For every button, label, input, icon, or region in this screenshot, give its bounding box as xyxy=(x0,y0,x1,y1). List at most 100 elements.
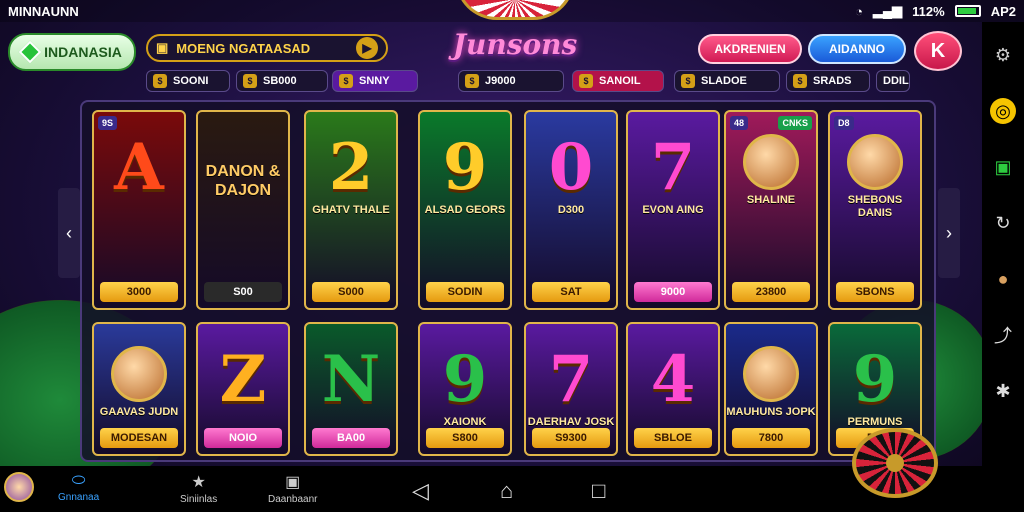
avatar[interactable] xyxy=(4,472,34,502)
game-card[interactable]: 2 GHATV THALE S000 xyxy=(304,110,398,310)
game-card[interactable]: N BA00 xyxy=(304,322,398,456)
game-subtitle: SHEBONS DANIS xyxy=(847,194,903,220)
stat-chip[interactable]: $ SRADS xyxy=(786,70,870,92)
game-card[interactable]: 9S A 3000 xyxy=(92,110,186,310)
coin-icon: $ xyxy=(465,74,479,88)
home-icon: ⬭ xyxy=(71,472,86,489)
game-price-button[interactable]: 23800 xyxy=(732,282,810,302)
status-left-label: MINNAUNN xyxy=(8,3,79,19)
game-subtitle: MAUHUNS JOPK xyxy=(726,406,816,418)
battery-icon xyxy=(954,5,981,17)
gem-icon xyxy=(18,40,42,64)
region-button[interactable]: INDANASIA xyxy=(8,33,136,71)
roulette-wheel[interactable] xyxy=(852,428,938,498)
game-price-button[interactable]: S800 xyxy=(426,428,504,448)
app-screen: MINNAUNN ◔ ▂▄▆ 112% AP2 INDANASIA ▣ MOEN… xyxy=(0,0,1024,512)
game-title-glyph: A xyxy=(114,130,164,205)
nav-bag[interactable]: ▣ Daanbaanr xyxy=(268,472,317,505)
stat-chip[interactable]: $ SLADOE xyxy=(674,70,780,92)
signal-icon: ▂▄▆ xyxy=(872,3,903,18)
game-price-button[interactable]: 7800 xyxy=(732,428,810,448)
game-subtitle: DANON & DAJON xyxy=(205,163,281,200)
refresh-icon[interactable]: ↻ xyxy=(990,210,1016,236)
recents-icon[interactable]: □ xyxy=(592,478,605,504)
stat-chip-label: DDIL xyxy=(883,75,909,87)
stat-chip[interactable]: DDIL xyxy=(876,70,910,92)
game-card[interactable]: 48 CNKS SHALINE 23800 xyxy=(724,110,818,310)
game-price-button[interactable]: SBLOE xyxy=(634,428,712,448)
bag-icon: ▣ xyxy=(285,474,301,491)
scroll-right-button[interactable]: › xyxy=(938,188,960,278)
coin-icon: $ xyxy=(681,74,695,88)
game-card[interactable]: 7 DAERHAV JOSK S9300 xyxy=(524,322,618,456)
right-rail: ⚙ ◎ ▣ ↻ ● ⤴ ✱ xyxy=(982,22,1024,512)
game-card[interactable]: 9 XAIONK S800 xyxy=(418,322,512,456)
game-price-button[interactable]: BA00 xyxy=(312,428,390,448)
coin-icon: $ xyxy=(339,74,353,88)
game-card[interactable]: DANON & DAJON S00 xyxy=(196,110,290,310)
gift-icon[interactable]: ▣ xyxy=(990,154,1016,180)
record-icon[interactable]: ● xyxy=(990,266,1016,292)
game-character-art xyxy=(743,346,799,402)
game-price-button[interactable]: SBONS xyxy=(836,282,914,302)
nav-favorites[interactable]: ★ Siniinlas xyxy=(180,472,217,505)
app-logo: Junsons xyxy=(452,28,578,61)
game-price-button[interactable]: S000 xyxy=(312,282,390,302)
chevron-left-icon: ‹ xyxy=(66,222,72,243)
game-title-glyph: 7 xyxy=(650,130,696,205)
coin-icon: $ xyxy=(793,74,807,88)
game-title-glyph: 9 xyxy=(852,342,898,417)
stat-chip[interactable]: $ SANOIL xyxy=(572,70,664,92)
game-price-button[interactable]: S9300 xyxy=(532,428,610,448)
game-price-button[interactable]: 3000 xyxy=(100,282,178,302)
stat-chip-label: SOONI xyxy=(173,75,209,87)
coin-icon: $ xyxy=(579,74,593,88)
nav-bag-label: Daanbaanr xyxy=(268,494,318,505)
scroll-left-button[interactable]: ‹ xyxy=(58,188,80,278)
game-card[interactable]: GAAVAS JUDN MODESAN xyxy=(92,322,186,456)
nav-home-label: Gnnanaa xyxy=(58,492,100,503)
game-card[interactable]: 7 EVON AING 9000 xyxy=(626,110,720,310)
game-subtitle: GHATV THALE xyxy=(312,204,390,216)
share-icon[interactable]: ⤴ xyxy=(990,322,1016,348)
game-card[interactable]: MAUHUNS JOPK 7800 xyxy=(724,322,818,456)
stat-chip-label: J9000 xyxy=(485,75,516,87)
game-card[interactable]: 0 D300 SAT xyxy=(524,110,618,310)
game-card[interactable]: 4 SBLOE xyxy=(626,322,720,456)
game-title-glyph: N xyxy=(321,342,381,417)
game-title-glyph: 7 xyxy=(548,342,594,417)
game-price-button[interactable]: NOIO xyxy=(204,428,282,448)
game-badge: D8 xyxy=(834,116,854,130)
game-title-glyph: Z xyxy=(219,342,267,417)
game-card[interactable]: 9 ALSAD GEORS SODIN xyxy=(418,110,512,310)
coin-icon[interactable]: ◎ xyxy=(990,98,1016,124)
game-price-button[interactable]: 9000 xyxy=(634,282,712,302)
game-subtitle: ALSAD GEORS xyxy=(424,204,506,216)
register-button[interactable]: AKDRENIEN xyxy=(698,34,802,64)
game-title-glyph: 2 xyxy=(328,130,374,205)
game-price-button[interactable]: SAT xyxy=(532,282,610,302)
game-badge-secondary: CNKS xyxy=(778,116,812,130)
game-price-button[interactable]: MODESAN xyxy=(100,428,178,448)
stat-chip[interactable]: $ J9000 xyxy=(458,70,564,92)
k-button[interactable]: K xyxy=(914,31,962,71)
game-card[interactable]: Z NOIO xyxy=(196,322,290,456)
game-price-button[interactable]: SODIN xyxy=(426,282,504,302)
stat-chip[interactable]: $ SB000 xyxy=(236,70,328,92)
game-price-button[interactable]: S00 xyxy=(204,282,282,302)
game-character-art xyxy=(847,134,903,190)
nav-home[interactable]: ⬭ Gnnanaa xyxy=(58,472,99,503)
login-button[interactable]: AIDANNO xyxy=(808,34,906,64)
game-subtitle: D300 xyxy=(557,204,585,216)
stat-chip[interactable]: $ SNNY xyxy=(332,70,418,92)
wifi-icon: ◔ xyxy=(855,3,863,19)
tools-icon[interactable]: ✱ xyxy=(990,378,1016,404)
gear-icon[interactable]: ⚙ xyxy=(990,42,1016,68)
home-nav-icon[interactable]: ⌂ xyxy=(500,478,513,504)
bottom-nav xyxy=(0,466,982,512)
back-icon[interactable]: ◁ xyxy=(412,478,429,504)
game-subtitle: GAAVAS JUDN xyxy=(99,406,179,418)
stat-chip[interactable]: $ SOONI xyxy=(146,70,230,92)
announcement-bar[interactable]: ▣ MOENG NGATAASAD ▶ xyxy=(146,34,388,62)
game-card[interactable]: D8 SHEBONS DANIS SBONS xyxy=(828,110,922,310)
